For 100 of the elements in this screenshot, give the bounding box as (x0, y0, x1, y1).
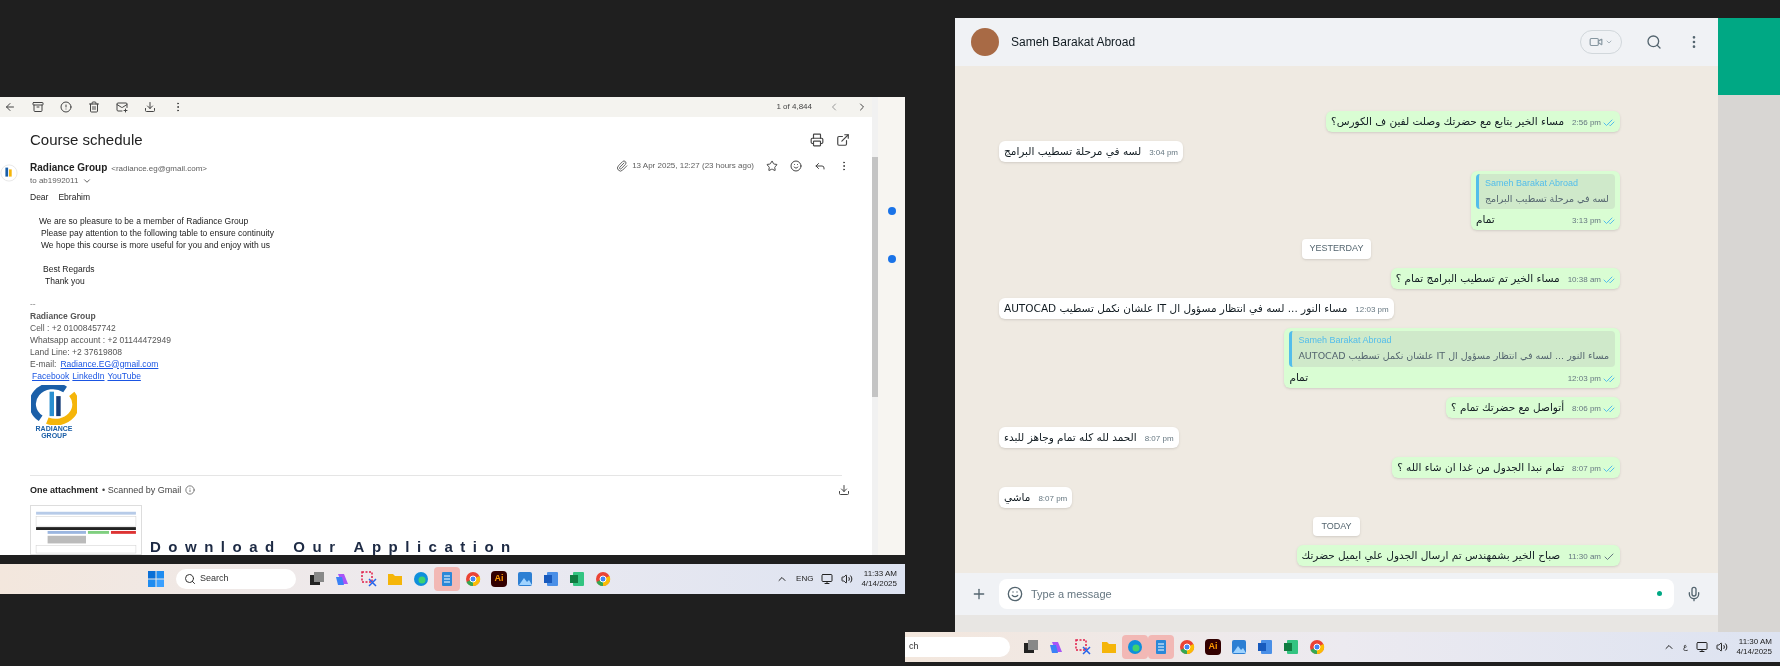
attach-plus-icon[interactable] (971, 586, 987, 602)
message-time: 11:30 am (1568, 551, 1601, 563)
archive-icon[interactable] (32, 101, 44, 113)
move-icon[interactable] (144, 101, 156, 113)
body-text: We hope this course is more useful for you and enjoy with us (40, 238, 271, 251)
message-time: 8:07 pm (1144, 432, 1174, 445)
message-time: 3:04 pm (1149, 146, 1179, 159)
photos-icon (1231, 639, 1247, 655)
illustrator-icon: Ai (491, 571, 507, 587)
closing-text: Best Regards (43, 262, 96, 275)
message-text: صباح الخير بشمهندس تم ارسال الجدول علي ايميل حضرتك (1301, 548, 1561, 563)
message-time: 3:13 pm (1572, 215, 1601, 228)
report-spam-icon[interactable] (60, 101, 72, 113)
network-icon[interactable] (1696, 641, 1709, 653)
taskbar-app[interactable]: Ai (1200, 635, 1226, 659)
taskbar-search-field[interactable]: Search (176, 569, 296, 589)
taskview-icon (309, 571, 325, 587)
search-icon (184, 573, 196, 585)
taskbar-app[interactable]: Ai (486, 567, 512, 591)
volume-icon[interactable] (1716, 641, 1729, 653)
quoted-author: Sameh Barakat Abroad (1298, 333, 1393, 347)
social-link[interactable]: LinkedIn (72, 369, 105, 382)
illustrator-icon: Ai (1205, 639, 1221, 655)
print-icon[interactable] (810, 133, 824, 148)
contact-name[interactable]: Sameh Barakat Abroad (1011, 33, 1136, 51)
copilot-icon (335, 571, 351, 587)
social-link[interactable]: Facebook (32, 369, 70, 382)
word-icon (1257, 639, 1273, 655)
taskbar-clock[interactable]: 11:33 AM 4/14/2025 (861, 569, 897, 589)
delete-icon[interactable] (88, 101, 100, 113)
snip-icon (1075, 639, 1091, 655)
back-icon[interactable] (4, 101, 16, 113)
save-to-drive-icon[interactable] (838, 484, 850, 497)
message-time: 8:06 pm (1572, 402, 1601, 415)
folder-icon (1101, 639, 1117, 655)
message-text: مساء الخير بتابع مع حضرتك وصلت لفين ف الكورس؟ (1331, 113, 1565, 129)
message-text: تمام (1289, 369, 1309, 385)
message-text: مساء النور ... لسه في انتظار مسؤول ال IT علشان نكمل تسطيب AUTOCAD (1004, 300, 1348, 316)
language-indicator[interactable]: ENG (796, 573, 814, 585)
message-text: أتواصل مع حضرتك تمام ؟ (1451, 399, 1565, 415)
message-time: 12:03 pm (1355, 303, 1389, 316)
signature-name: Radiance Group (30, 309, 97, 322)
chrome-icon (1309, 639, 1325, 655)
recipient-label: to ab1992011 (30, 174, 79, 187)
open-in-new-window-icon[interactable] (836, 133, 850, 148)
excel-icon (569, 571, 585, 587)
info-icon[interactable] (185, 485, 196, 496)
search-icon[interactable] (1646, 34, 1662, 50)
message-input[interactable]: Type a message (999, 579, 1674, 609)
message-text: مساء الخير تم تسطيب البرامج تمام ؟ (1395, 270, 1560, 286)
social-link[interactable]: YouTube (107, 369, 141, 382)
message-text: الحمد لله كله تمام وجاهز للبدء (1004, 429, 1137, 445)
signature-line: Whatsapp account : +2 01144472949 (30, 333, 172, 346)
sender-address: <radiance.eg@gmail.com> (111, 162, 207, 175)
message-time: 8:07 pm (1038, 492, 1068, 505)
mark-unread-icon[interactable] (116, 101, 128, 113)
chrome-icon (465, 571, 481, 587)
video-camera-icon (1589, 35, 1603, 49)
network-icon[interactable] (821, 573, 834, 585)
overlay-text: Download Our Application (150, 539, 518, 555)
body-text: Please pay attention to the following table to ensure continuity (40, 226, 275, 239)
emoji-reaction-icon[interactable] (790, 159, 802, 172)
taskbar-search-field[interactable]: ch (905, 637, 1010, 657)
edge-icon (413, 571, 429, 587)
email-label: E-mail: (30, 357, 57, 370)
quoted-author: Sameh Barakat Abroad (1484, 176, 1579, 190)
taskbar-clock[interactable]: 11:30 AM 4/14/2025 (1736, 637, 1772, 657)
closing-text: Thank you (44, 274, 86, 287)
sender-name: Radiance Group (30, 160, 108, 175)
folder-icon (387, 571, 403, 587)
emoji-icon[interactable] (1007, 586, 1023, 602)
caret-icon (1605, 38, 1613, 46)
windows-start-icon[interactable] (148, 571, 164, 587)
language-indicator[interactable]: ع (1683, 641, 1689, 653)
body-text: We are so pleasure to be a member of Radiance Group (39, 214, 250, 227)
message-text: لسه في مرحلة تسطيب البرامج (1004, 143, 1142, 159)
star-icon[interactable] (766, 159, 778, 172)
volume-icon[interactable] (841, 573, 854, 585)
email-link[interactable]: Radiance.EG@gmail.com (60, 357, 159, 370)
snip-icon (361, 571, 377, 587)
email-date: 13 Apr 2025, 12:27 (23 hours ago) (632, 159, 754, 172)
edge-icon (1127, 639, 1143, 655)
message-time: 10:38 am (1567, 273, 1601, 286)
microphone-icon[interactable] (1686, 586, 1702, 602)
taskview-icon (1023, 639, 1039, 655)
message-time: 2:56 pm (1572, 116, 1601, 129)
excel-icon (1283, 639, 1299, 655)
attachment-thumbnail[interactable] (30, 505, 142, 555)
greeting-text: Dear (30, 190, 49, 203)
signature-separator: -- (30, 297, 37, 310)
contact-avatar[interactable] (971, 28, 999, 56)
quoted-text: لسه في مرحلة تسطيب البرامج (1484, 192, 1609, 206)
quoted-text: مساء النور ... لسه في انتظار مسؤول ال IT علشان نكمل تسطيب AUTOCAD (1298, 349, 1609, 364)
chrome-icon (1179, 639, 1195, 655)
email-subject: Course schedule (30, 130, 143, 150)
scan-note: • Scanned by Gmail (102, 483, 182, 497)
signature-line: Cell : +2 01008457742 (30, 321, 117, 334)
signature-line: Land Line: +2 37619808 (30, 345, 123, 358)
photos-icon (517, 571, 533, 587)
recipient-name: Ebrahim (58, 190, 91, 203)
